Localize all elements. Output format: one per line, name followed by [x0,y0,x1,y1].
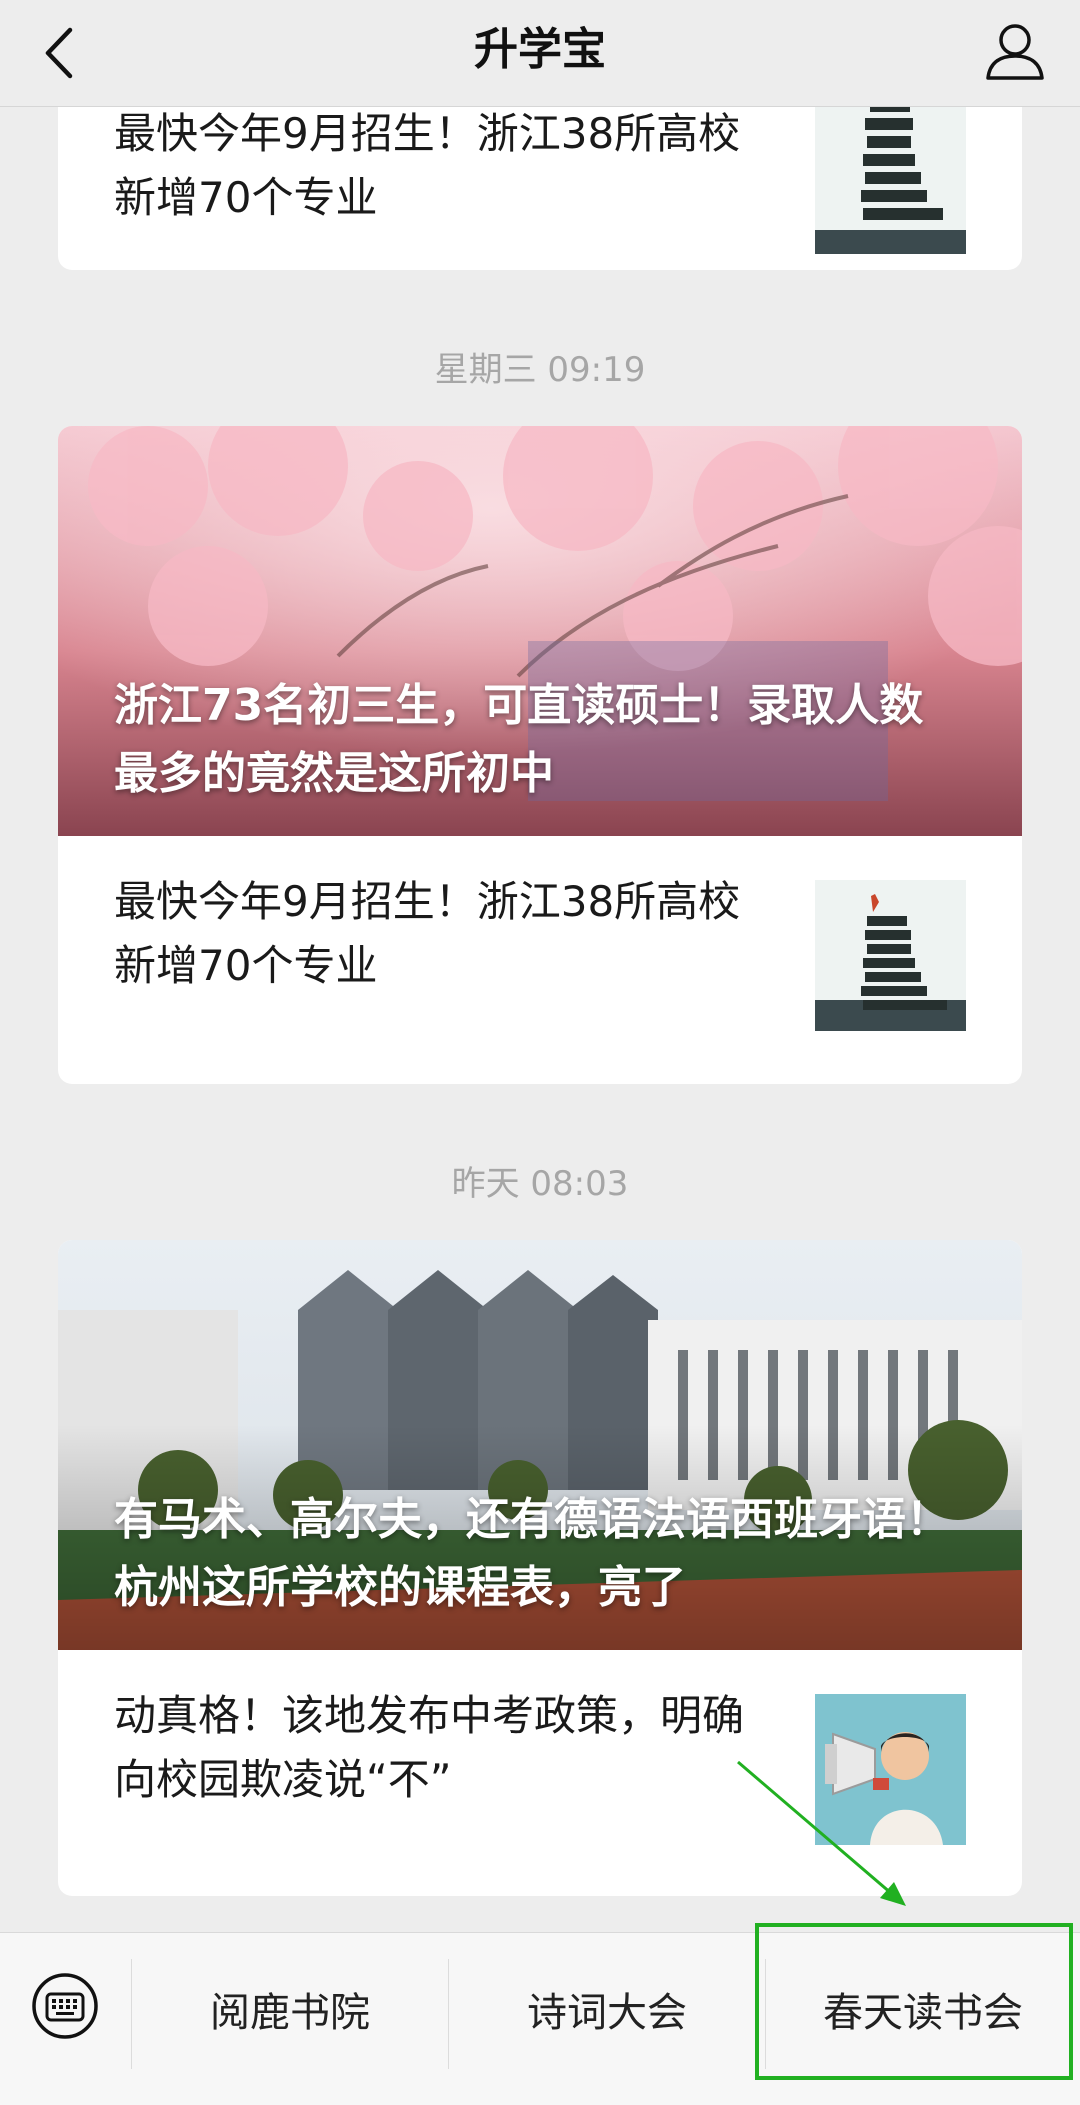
article-title: 动真格！该地发布中考政策，明确向校园欺凌说“不” [114,1691,745,1804]
timestamp: 星期三 09:19 [434,350,646,390]
person-icon [986,24,1044,80]
menu-item-poetry-contest[interactable]: 诗词大会 [449,1933,765,2105]
article-list-item[interactable]: 动真格！该地发布中考政策，明确向校园欺凌说“不” [58,1650,1022,1896]
hero-article-title: 浙江73名初三生，可直读硕士！录取人数最多的竟然是这所初中 [114,680,924,799]
hero-article[interactable]: 有马术、高尔夫，还有德语法语西班牙语！杭州这所学校的课程表，亮了 [58,1240,1022,1650]
keyboard-toggle-button[interactable] [30,1971,100,2041]
keyboard-icon [32,1973,98,2039]
annotation-highlight-box [755,1923,1073,2080]
article-thumbnail [815,880,966,1031]
article-title: 最快今年9月招生！浙江38所高校新增70个专业 [114,877,741,990]
article-title: 最快今年9月招生！浙江38所高校新增70个专业 [114,109,741,222]
menu-item-yuelu-academy[interactable]: 阅鹿书院 [132,1933,448,2105]
article-group-card: 浙江73名初三生，可直读硕士！录取人数最多的竟然是这所初中 最快今年9月招生！浙… [58,426,1022,1084]
hero-article[interactable]: 浙江73名初三生，可直读硕士！录取人数最多的竟然是这所初中 [58,426,1022,836]
page-title: 升学宝 [474,24,606,75]
article-list-item[interactable]: 最快今年9月招生！浙江38所高校新增70个专业 [58,836,1022,1084]
timestamp: 昨天 08:03 [451,1164,629,1204]
article-thumbnail [815,1694,966,1845]
article-group-card: 有马术、高尔夫，还有德语法语西班牙语！杭州这所学校的课程表，亮了 动真格！该地发… [58,1240,1022,1896]
top-nav-bar: 升学宝 [0,0,1080,107]
profile-button[interactable] [980,16,1050,86]
hero-article-title: 有马术、高尔夫，还有德语法语西班牙语！杭州这所学校的课程表，亮了 [114,1494,950,1613]
